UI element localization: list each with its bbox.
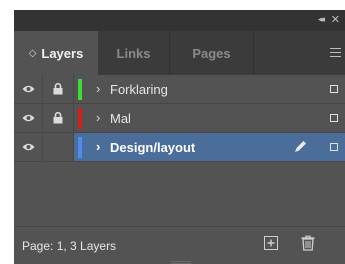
eye-icon xyxy=(22,85,34,93)
lock-toggle[interactable] xyxy=(43,104,74,132)
lock-toggle[interactable] xyxy=(43,133,74,161)
tab-links-label: Links xyxy=(116,45,151,61)
new-layer-icon[interactable] xyxy=(264,236,278,250)
layer-color-swatch xyxy=(78,108,82,129)
visibility-toggle[interactable] xyxy=(14,133,43,161)
visibility-toggle[interactable] xyxy=(14,104,43,132)
panel-menu-icon[interactable] xyxy=(330,48,341,57)
layer-name[interactable]: Mal xyxy=(110,111,131,126)
layers-panel: ◂◂ ✕ ◇ Layers Links Pages › Forklaring ›… xyxy=(14,10,345,264)
tab-pages-label: Pages xyxy=(192,45,231,61)
layer-selection-square[interactable] xyxy=(330,143,338,151)
trash-icon[interactable] xyxy=(301,235,315,251)
layer-color-swatch xyxy=(78,79,82,100)
layer-selection-square[interactable] xyxy=(330,114,338,122)
visibility-toggle[interactable] xyxy=(14,75,43,103)
tab-pages[interactable]: Pages xyxy=(170,31,254,75)
layer-row[interactable]: › Forklaring xyxy=(14,75,345,104)
eye-icon xyxy=(22,143,34,151)
sort-icon: ◇ xyxy=(28,47,37,59)
tab-links[interactable]: Links xyxy=(98,31,170,75)
layer-color-swatch xyxy=(78,137,82,158)
layer-row-selected[interactable]: › Design/layout xyxy=(14,133,345,162)
close-icon[interactable]: ✕ xyxy=(331,13,340,26)
collapse-icon[interactable]: ◂◂ xyxy=(318,14,325,25)
expand-chevron-icon[interactable]: › xyxy=(96,139,100,154)
panel-tab-bar: ◇ Layers Links Pages xyxy=(14,31,345,75)
eye-icon xyxy=(22,114,34,122)
lock-icon xyxy=(53,83,63,95)
lock-icon xyxy=(53,112,63,124)
panel-title-bar[interactable]: ◂◂ ✕ xyxy=(14,10,345,31)
expand-chevron-icon[interactable]: › xyxy=(96,110,100,125)
layer-name[interactable]: Design/layout xyxy=(110,140,195,155)
tab-layers[interactable]: ◇ Layers xyxy=(14,31,98,75)
pen-icon xyxy=(295,141,306,152)
layer-selection-square[interactable] xyxy=(330,85,338,93)
tab-layers-label: Layers xyxy=(41,45,84,61)
panel-footer: Page: 1, 3 Layers xyxy=(14,226,345,264)
status-text: Page: 1, 3 Layers xyxy=(22,239,117,253)
lock-toggle[interactable] xyxy=(43,75,74,103)
layer-row[interactable]: › Mal xyxy=(14,104,345,133)
layer-name[interactable]: Forklaring xyxy=(110,82,168,97)
expand-chevron-icon[interactable]: › xyxy=(96,81,100,96)
